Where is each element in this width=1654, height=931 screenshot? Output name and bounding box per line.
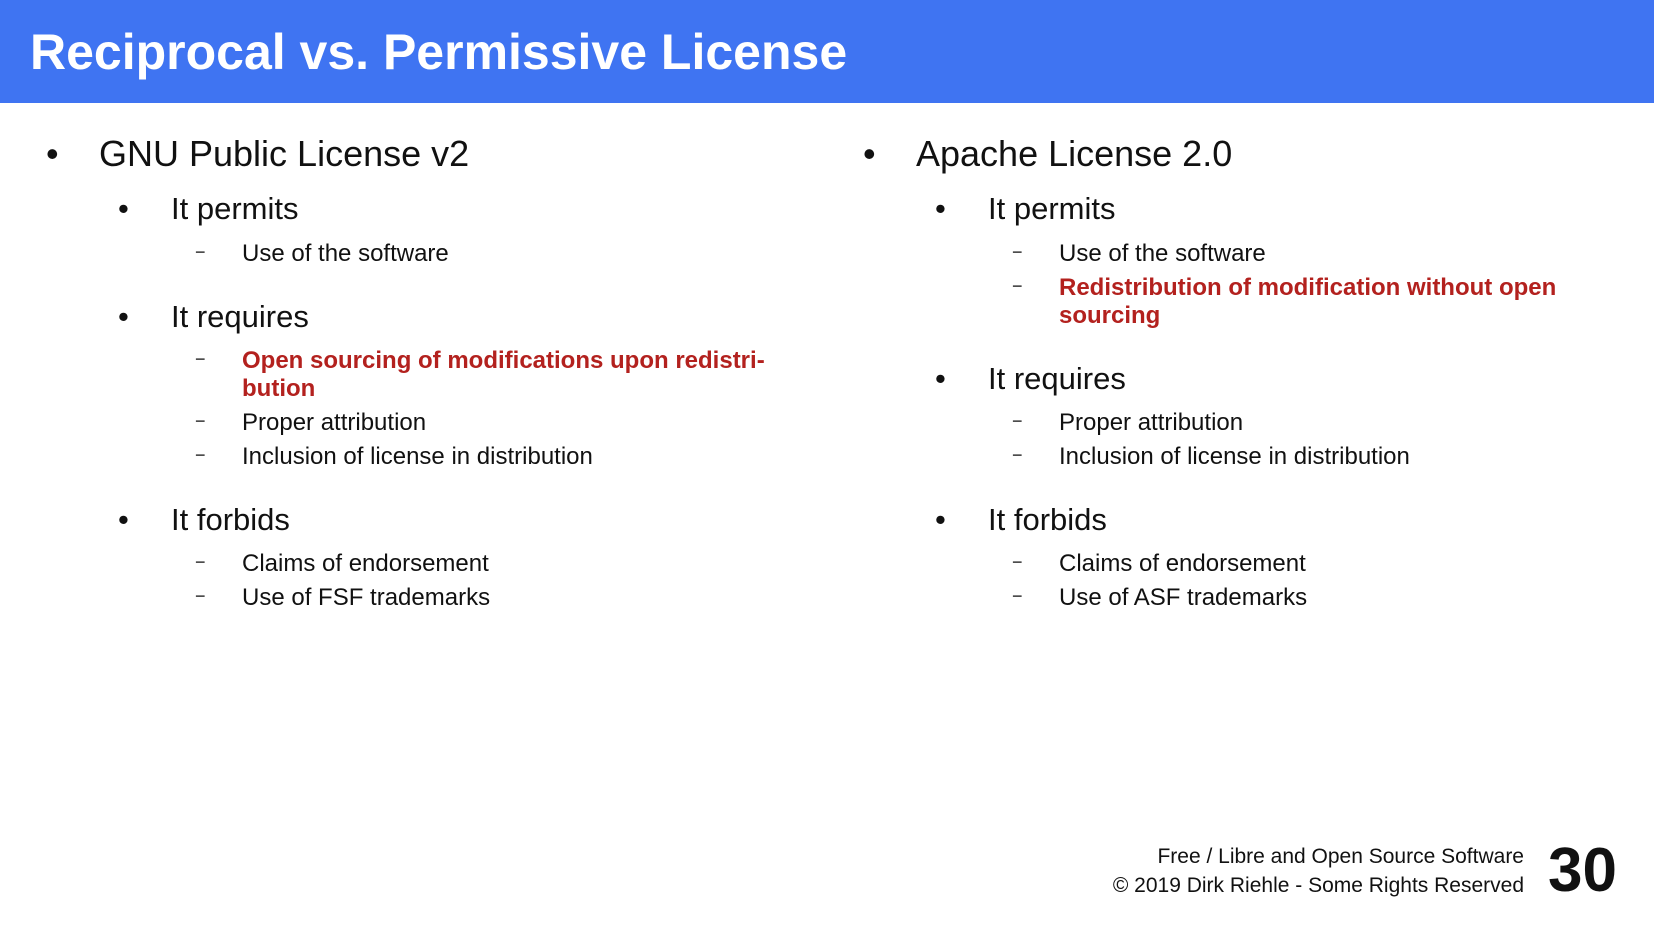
dash-icon: −	[195, 445, 206, 465]
apache-heading: Apache License 2.0	[916, 133, 1233, 174]
dash-icon: −	[195, 586, 206, 606]
gpl-permits-label: It permits	[171, 191, 299, 226]
footer-copyright: © 2019 Dirk Riehle - Some Rights Reserve…	[1112, 874, 1524, 897]
list-item: Proper attribution	[242, 409, 427, 436]
dash-icon: −	[1012, 552, 1023, 572]
apache-permits-label: It permits	[988, 191, 1116, 226]
dash-icon: −	[195, 349, 206, 369]
list-item: Use of FSF trademarks	[242, 584, 491, 611]
footer-course-name: Free / Libre and Open Source Software	[1157, 845, 1524, 868]
list-item: Use of the software	[242, 240, 449, 267]
dash-icon: −	[1012, 276, 1023, 296]
bullet-icon: •	[863, 133, 876, 174]
apache-requires-label: It requires	[988, 361, 1126, 396]
gpl-forbids-label: It forbids	[171, 502, 290, 537]
list-item-highlighted: Open sourcing of modifications upon redi…	[242, 347, 765, 402]
dash-icon: −	[195, 552, 206, 572]
dash-icon: −	[1012, 411, 1023, 431]
list-item: Use of ASF trademarks	[1059, 584, 1308, 611]
bullet-icon: •	[118, 191, 129, 226]
bullet-icon: •	[118, 502, 129, 537]
list-item: Claims of endorsement	[242, 550, 489, 577]
gpl-heading: GNU Public License v2	[99, 133, 470, 174]
apache-forbids-label: It forbids	[988, 502, 1107, 537]
gpl-requires-label: It requires	[171, 299, 309, 334]
bullet-icon: •	[118, 299, 129, 334]
dash-icon: −	[195, 411, 206, 431]
list-item: Inclusion of license in distribution	[1059, 443, 1410, 470]
bullet-icon: •	[935, 191, 946, 226]
dash-icon: −	[1012, 586, 1023, 606]
list-item: Use of the software	[1059, 240, 1266, 267]
list-item: Claims of endorsement	[1059, 550, 1306, 577]
bullet-icon: •	[46, 133, 59, 174]
dash-icon: −	[1012, 445, 1023, 465]
apache-column: • Apache License 2.0 • It permits − Use …	[817, 0, 1597, 700]
bullet-icon: •	[935, 361, 946, 396]
page-number: 30	[1548, 836, 1617, 905]
list-item: Inclusion of license in distribution	[242, 443, 593, 470]
gpl-column: • GNU Public License v2 • It permits − U…	[0, 0, 780, 700]
dash-icon: −	[195, 242, 206, 262]
list-item: Proper attribution	[1059, 409, 1244, 436]
dash-icon: −	[1012, 242, 1023, 262]
footer: Free / Libre and Open Source Software © …	[1113, 842, 1524, 900]
list-item-highlighted: Redistribution of modification without o…	[1059, 274, 1557, 329]
bullet-icon: •	[935, 502, 946, 537]
